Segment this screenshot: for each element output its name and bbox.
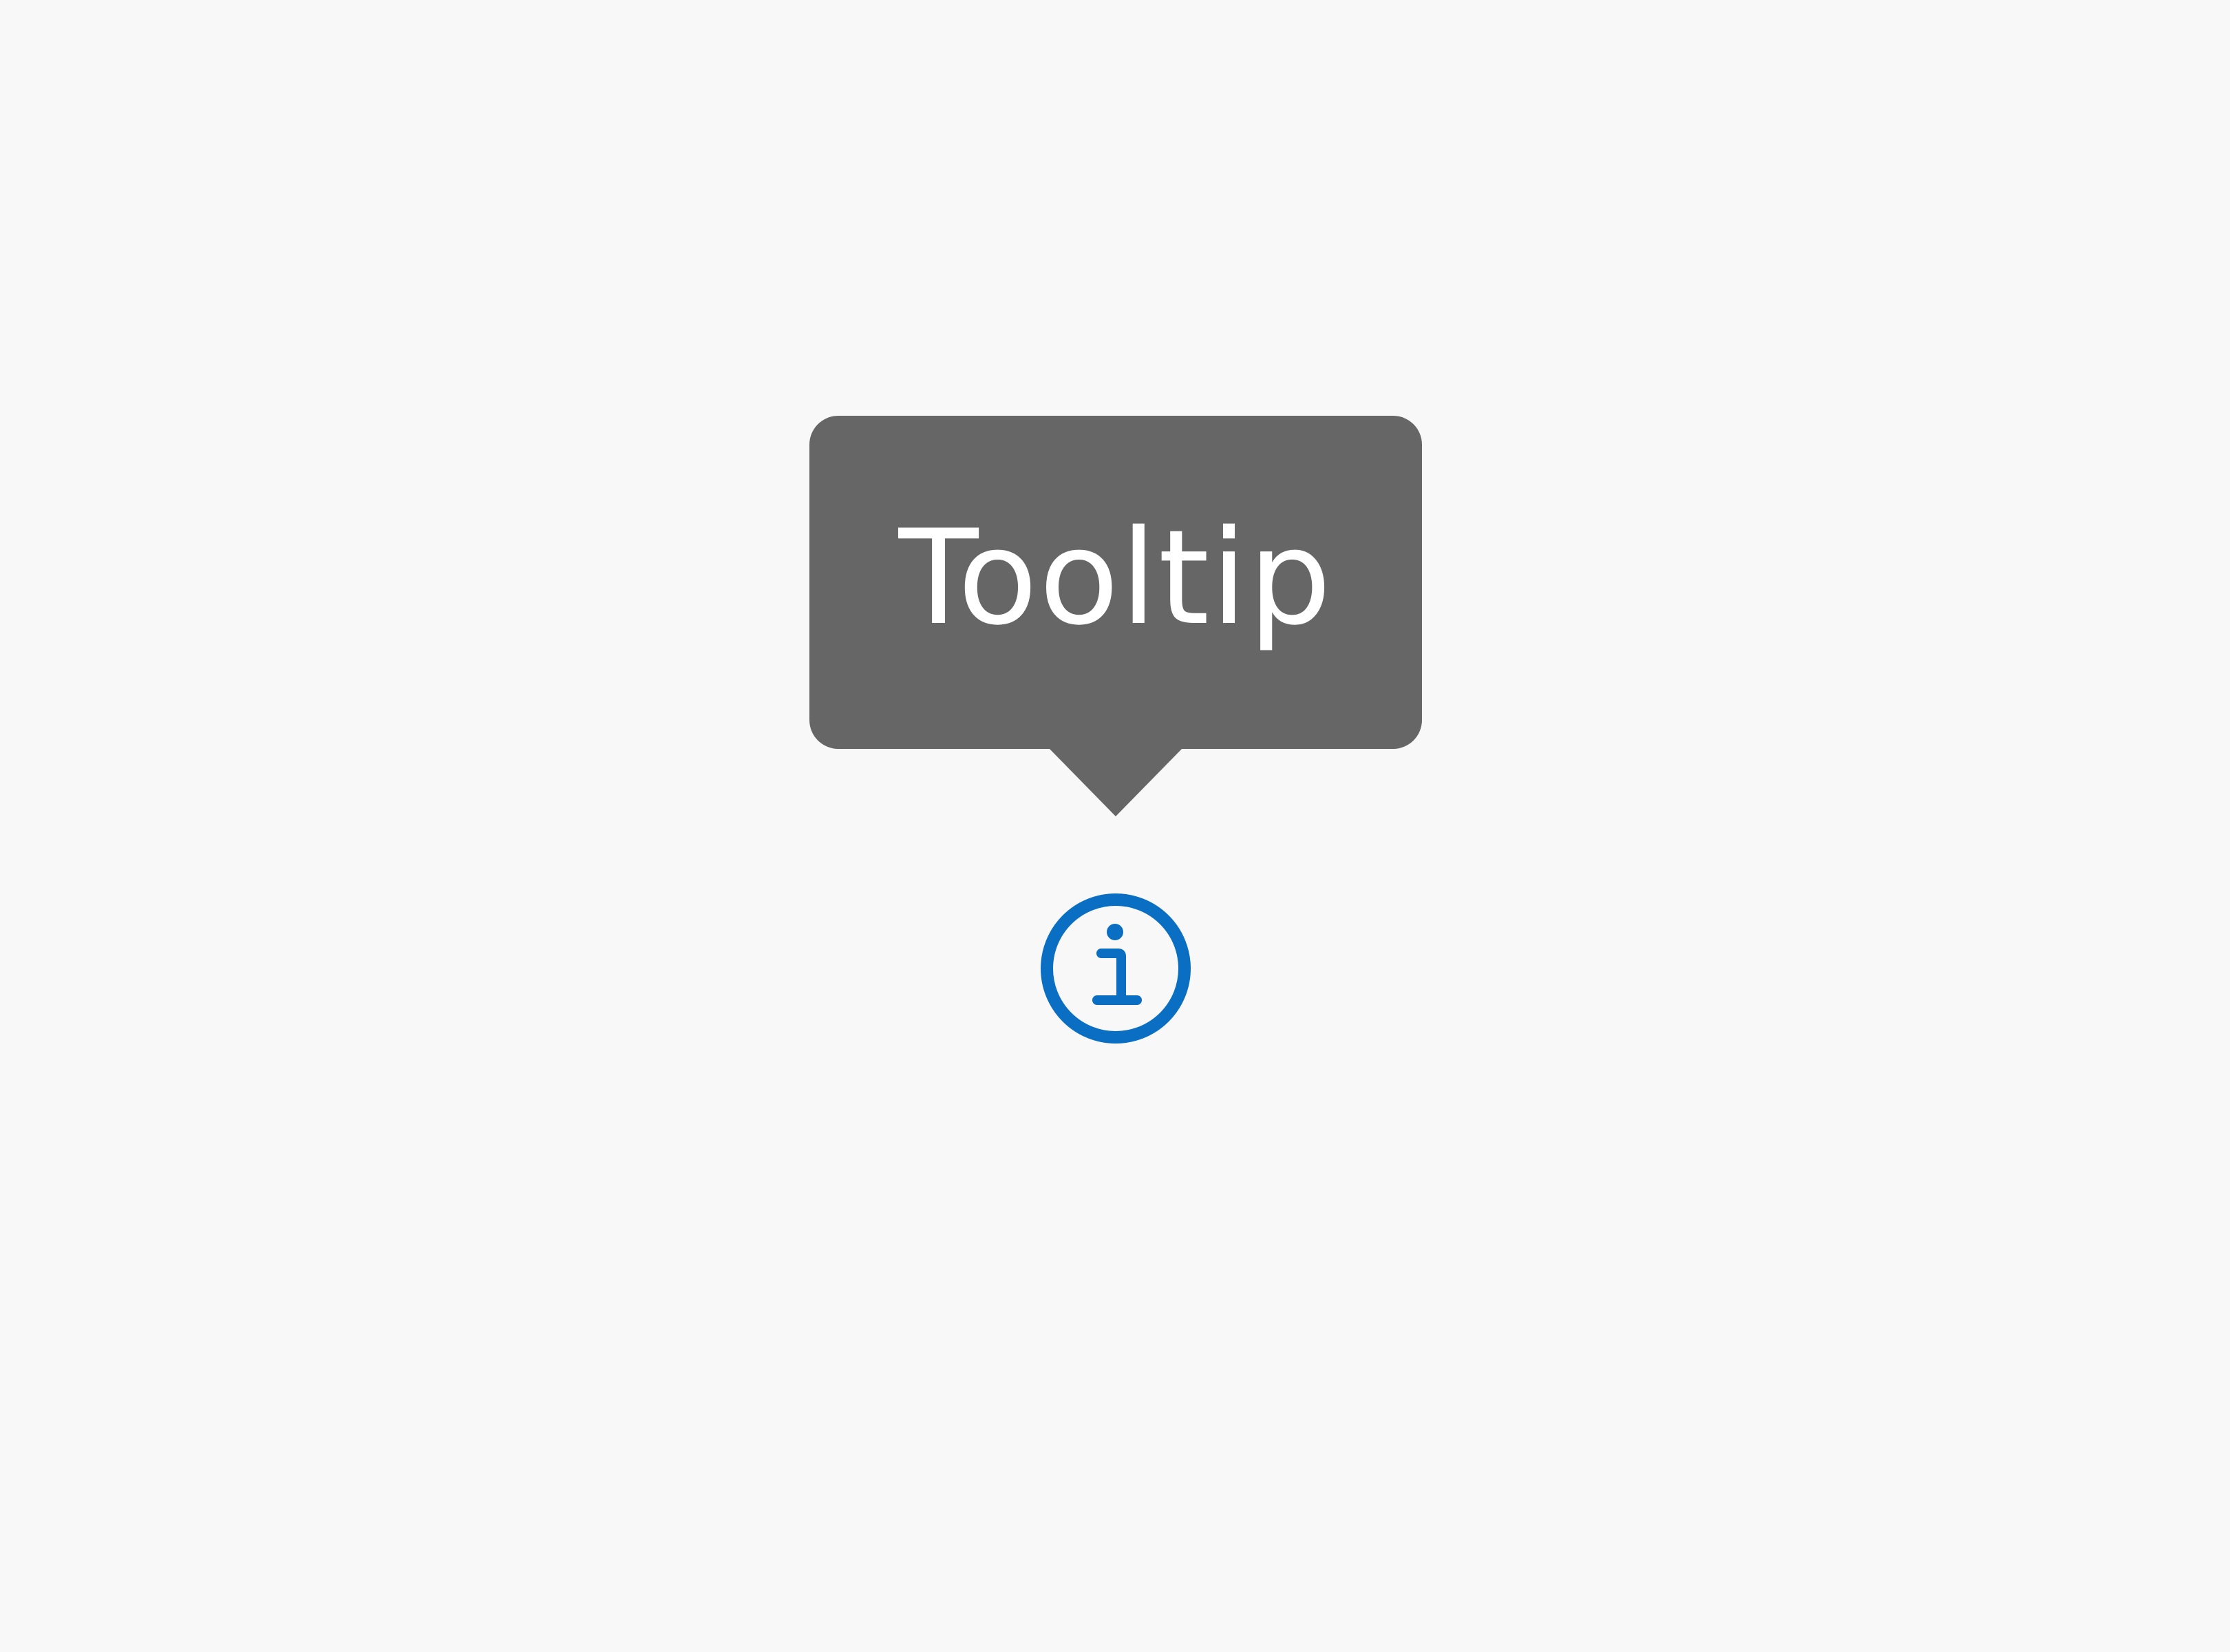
info-button[interactable] [1041, 893, 1191, 1044]
tooltip-text: Tooltip [898, 502, 1333, 654]
tooltip-arrow [1048, 748, 1183, 816]
info-dot [1107, 924, 1123, 940]
tooltip: Tooltip [809, 416, 1422, 749]
info-circle-icon [1041, 893, 1191, 1044]
info-stem [1096, 949, 1126, 1004]
info-circle-outline [1041, 893, 1191, 1044]
